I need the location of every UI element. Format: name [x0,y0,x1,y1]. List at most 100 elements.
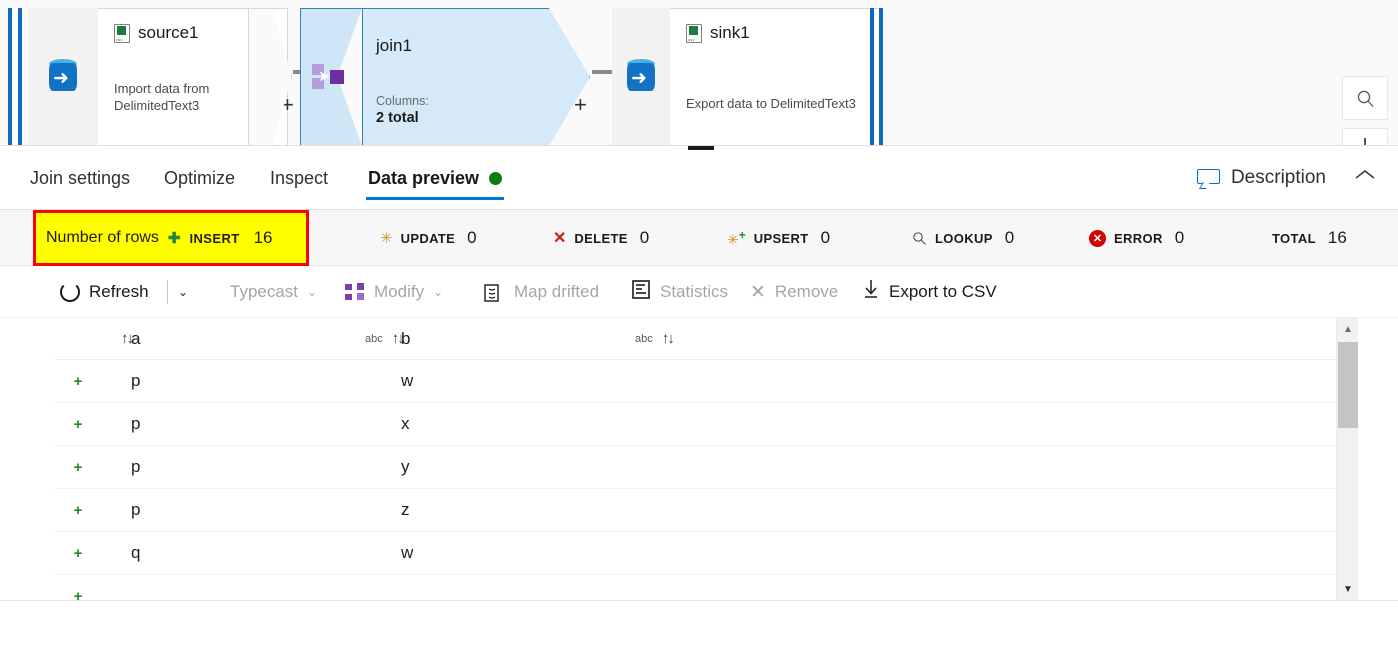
number-of-rows-insert-highlight: Number of rows ✚ INSERT 16 [33,210,309,266]
cell-a: q [131,543,141,562]
stat-lookup-label: LOOKUP [935,230,993,246]
cell-b: w [401,543,414,562]
remove-button[interactable]: ✕ Remove [750,266,838,318]
row-marker: + [55,403,101,445]
canvas-node-sink1[interactable]: ➜ csv sink1 Export data to DelimitedText… [612,8,880,146]
statistics-button[interactable]: Statistics [632,266,728,318]
scrollbar-thumb[interactable] [1338,342,1358,428]
asterisk-icon: ✳ [380,230,393,247]
scroll-up-button[interactable]: ▲ [1337,318,1359,340]
x-icon: ✕ [553,230,567,247]
modify-button[interactable]: Modify ⌄ [345,266,443,318]
join1-meta-label: Columns: [376,94,429,108]
statistics-label: Statistics [660,282,729,301]
table-header-row: ↑↓ a abc ↑↓ b abc ↑↓ [55,318,1336,360]
export-csv-button[interactable]: Export to CSV [862,266,997,318]
chevron-down-icon: ⌄ [433,285,444,299]
row-marker: + [55,575,101,601]
cell-a [131,575,363,600]
table-row[interactable]: + p y [55,446,1336,489]
table-row[interactable]: + p w [55,360,1336,403]
refresh-button[interactable]: Refresh [60,266,149,318]
active-tab-underline [366,197,505,200]
collapse-panel-button[interactable] [1354,168,1376,187]
row-marker: + [55,360,101,402]
canvas-right-edge-bar-1 [870,8,874,146]
number-of-rows-label: Number of rows [46,229,159,246]
sink1-stream-icon-pane: ➜ [612,8,670,146]
map-drifted-label: Map drifted [514,282,600,301]
tab-inspect[interactable]: Inspect [268,146,330,210]
tab-optimize[interactable]: Optimize [162,146,237,210]
database-sink-icon: ➜ [624,59,658,95]
stat-upsert-value: 0 [820,228,831,247]
download-icon [862,279,880,305]
table-row[interactable]: + [55,575,1336,601]
column-header-b[interactable]: b [401,318,633,359]
stat-delete-value: 0 [639,228,650,247]
column-b-type-label: abc [635,332,653,345]
stat-lookup-value: 0 [1004,228,1015,247]
source1-description: Import data from DelimitedText3 [114,80,210,114]
stat-upsert-label: UPSERT [753,230,809,246]
data-preview-toolbar: Refresh ⌄ Typecast ⌄ Modify ⌄ Map drifte… [0,266,1398,318]
canvas-node-join1[interactable]: ➤ join1 Columns: 2 total [300,8,590,146]
typecast-label: Typecast [230,282,299,301]
table-row[interactable]: + q w [55,532,1336,575]
description-button[interactable]: Description [1196,146,1326,210]
data-grid: ↑↓ a abc ↑↓ b abc ↑↓ + p w + p x + p y +… [55,318,1336,600]
canvas-left-edge-bar-1 [8,8,12,146]
table-row[interactable]: + p x [55,403,1336,446]
typecast-button[interactable]: Typecast ⌄ [230,266,317,318]
tab-data-preview[interactable]: Data preview [366,146,505,210]
sort-icon[interactable]: ↑↓ [662,330,675,347]
column-a-meta: abc ↑↓ [365,318,405,359]
plus-icon: + [73,544,83,562]
cell-a: p [131,457,141,476]
search-icon [913,231,926,245]
canvas-tool-button[interactable] [1342,128,1388,146]
dataflow-canvas[interactable]: ➜ csv source1 Import data from Delimited… [0,0,1398,146]
stat-update-label: UPDATE [400,230,456,246]
statistics-icon [632,280,651,304]
tab-join-settings[interactable]: Join settings [28,146,132,210]
panel-tab-bar: Join settings Optimize Inspect Data prev… [0,146,1398,210]
refresh-icon [60,282,80,302]
cell-b [401,575,633,600]
tab-inspect-label: Inspect [270,167,329,188]
join1-meta: Columns: 2 total [376,94,429,126]
table-vertical-scrollbar[interactable]: ▲ ▼ [1336,318,1358,600]
csv-file-icon: csv [114,23,130,43]
upsert-icon: ✳+ [727,227,746,248]
source1-name: source1 [138,23,199,42]
column-b-meta: abc ↑↓ [635,318,675,359]
column-header-a[interactable]: a [131,318,363,359]
stat-insert-value: 16 [253,228,273,247]
toolbar-separator [167,280,168,304]
plus-icon: + [73,587,83,601]
cell-a: p [131,371,141,390]
error-circle-icon: ✕ [1089,229,1106,247]
export-csv-label: Export to CSV [889,282,997,301]
cell-a: p [131,414,141,433]
map-drifted-button[interactable]: Map drifted [484,266,599,318]
search-canvas-button[interactable] [1342,76,1388,120]
stat-total-label: TOTAL [1272,230,1316,246]
description-label: Description [1230,167,1326,188]
panel-resize-handle[interactable] [688,146,714,150]
scroll-down-button[interactable]: ▼ [1337,578,1359,600]
search-icon [1357,90,1373,107]
tab-optimize-label: Optimize [164,167,236,188]
remove-label: Remove [774,282,839,301]
refresh-dropdown-button[interactable]: ⌄ [178,266,188,318]
row-marker: + [55,532,101,574]
join1-name: join1 [376,36,412,55]
table-row[interactable]: + p z [55,489,1336,532]
stat-total: TOTAL 16 [1272,210,1347,266]
cell-b: x [401,414,410,433]
join1-add-button[interactable]: + [574,92,587,118]
comment-bubble-icon [1196,168,1220,189]
stat-error-value: 0 [1174,228,1185,247]
stat-delete: ✕ DELETE 0 [553,210,649,266]
tab-data-preview-label: Data preview [368,167,480,188]
